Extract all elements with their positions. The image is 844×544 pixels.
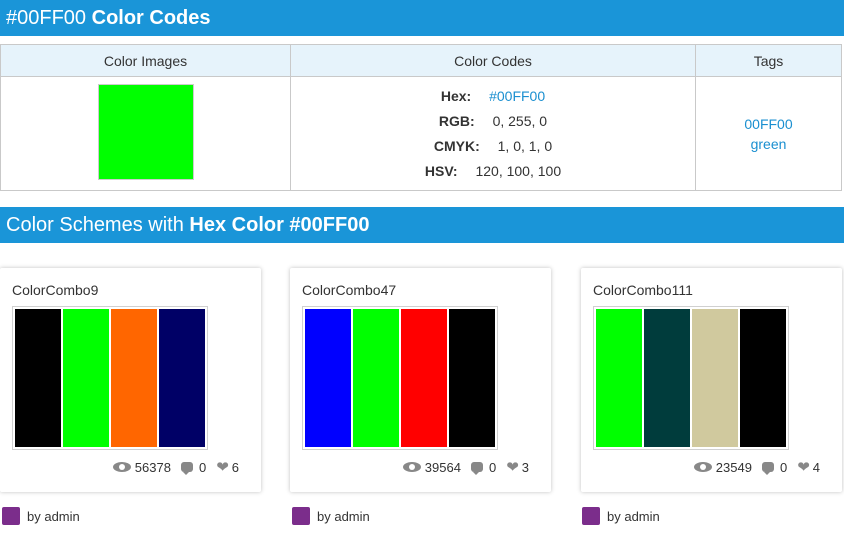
tags-cell: 00FF00 green	[695, 76, 842, 191]
palette-swatch	[644, 309, 690, 447]
avatar	[292, 507, 310, 525]
color-codes-table: Color Images Color Codes Tags Hex: #00FF…	[0, 44, 842, 191]
palette-swatch	[596, 309, 642, 447]
rgb-label: RGB:	[438, 112, 475, 129]
schemes-bold: Hex Color #00FF00	[189, 214, 370, 236]
author-text[interactable]: by admin	[27, 509, 80, 524]
color-swatch	[97, 84, 194, 180]
cmyk-value: 1, 0, 1, 0	[497, 137, 553, 154]
palette-swatch	[111, 309, 157, 447]
comment-count: 0	[779, 459, 788, 475]
comment-count: 0	[198, 459, 207, 475]
palette[interactable]	[12, 306, 208, 450]
palette-swatch	[401, 309, 447, 447]
title-bold: Color Codes	[91, 7, 211, 29]
header-color-images: Color Images	[0, 44, 291, 77]
header-tags: Tags	[695, 44, 842, 77]
scheme-stats: 56378 0 ❤ 6	[112, 458, 239, 476]
palette[interactable]	[593, 306, 789, 450]
comment-icon	[470, 462, 483, 475]
view-count: 23549	[715, 459, 752, 475]
like-count: 4	[812, 459, 820, 475]
page-title-banner: #00FF00 Color Codes	[0, 0, 844, 36]
tag-link[interactable]: green	[697, 134, 840, 154]
eye-icon	[402, 462, 421, 472]
author-line: by admin	[582, 507, 660, 525]
palette-swatch	[159, 309, 205, 447]
author-line: by admin	[292, 507, 370, 525]
scheme-card[interactable]: ColorCombo9 56378 0 ❤ 6	[0, 268, 261, 492]
hsv-row: HSV: 120, 100, 100	[292, 159, 694, 184]
palette-swatch	[449, 309, 495, 447]
eye-icon	[112, 462, 131, 472]
tag-link[interactable]: 00FF00	[697, 114, 840, 134]
palette-swatch	[305, 309, 351, 447]
scheme-card[interactable]: ColorCombo111 23549 0 ❤ 4	[581, 268, 842, 492]
palette-swatch	[63, 309, 109, 447]
rgb-value: 0, 255, 0	[492, 112, 548, 129]
cmyk-label: CMYK:	[433, 137, 480, 154]
header-color-codes: Color Codes	[290, 44, 696, 77]
heart-icon[interactable]: ❤	[797, 458, 810, 476]
palette-swatch	[353, 309, 399, 447]
title-prefix: #00FF00	[6, 7, 87, 29]
palette-swatch	[15, 309, 61, 447]
avatar	[2, 507, 20, 525]
eye-icon	[693, 462, 712, 472]
scheme-name[interactable]: ColorCombo47	[302, 282, 396, 298]
schemes-banner: Color Schemes with Hex Color #00FF00	[0, 207, 844, 243]
scheme-card[interactable]: ColorCombo47 39564 0 ❤ 3	[290, 268, 551, 492]
author-line: by admin	[2, 507, 80, 525]
hsv-label: HSV:	[424, 162, 458, 179]
hex-label: Hex:	[440, 87, 472, 104]
hex-row: Hex: #00FF00	[292, 84, 694, 109]
author-text[interactable]: by admin	[607, 509, 660, 524]
scheme-stats: 39564 0 ❤ 3	[402, 458, 529, 476]
scheme-name[interactable]: ColorCombo111	[593, 282, 693, 298]
palette[interactable]	[302, 306, 498, 450]
scheme-name[interactable]: ColorCombo9	[12, 282, 98, 298]
heart-icon[interactable]: ❤	[216, 458, 229, 476]
rgb-row: RGB: 0, 255, 0	[292, 109, 694, 134]
author-text[interactable]: by admin	[317, 509, 370, 524]
like-count: 3	[521, 459, 529, 475]
avatar	[582, 507, 600, 525]
schemes-prefix: Color Schemes with	[6, 214, 190, 236]
hex-value-link[interactable]: #00FF00	[489, 84, 545, 109]
like-count: 6	[231, 459, 239, 475]
palette-swatch	[740, 309, 786, 447]
comment-icon	[180, 462, 193, 475]
palette-swatch	[692, 309, 738, 447]
view-count: 39564	[424, 459, 461, 475]
hsv-value: 120, 100, 100	[475, 162, 562, 179]
cmyk-row: CMYK: 1, 0, 1, 0	[292, 134, 694, 159]
color-image-cell	[0, 76, 291, 191]
comment-icon	[761, 462, 774, 475]
scheme-stats: 23549 0 ❤ 4	[693, 458, 820, 476]
color-codes-cell: Hex: #00FF00 RGB: 0, 255, 0 CMYK: 1, 0, …	[290, 76, 696, 191]
heart-icon[interactable]: ❤	[506, 458, 519, 476]
comment-count: 0	[488, 459, 497, 475]
view-count: 56378	[134, 459, 171, 475]
